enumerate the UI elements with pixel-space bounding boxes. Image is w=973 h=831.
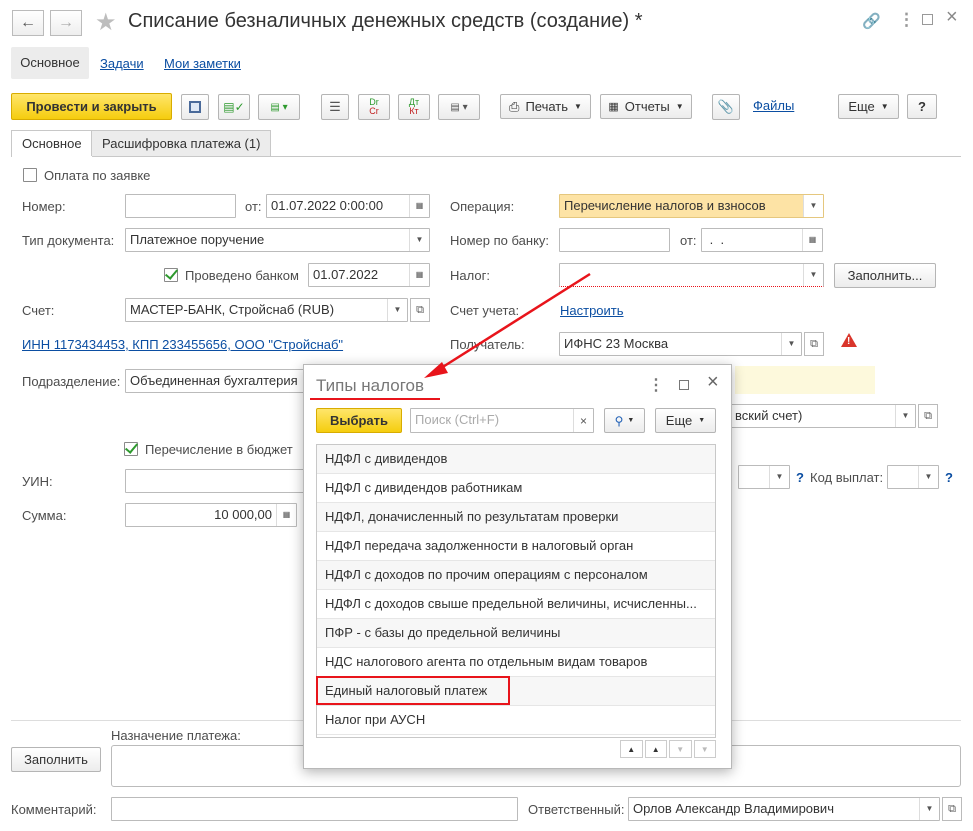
annotation-arrow [424, 272, 591, 378]
